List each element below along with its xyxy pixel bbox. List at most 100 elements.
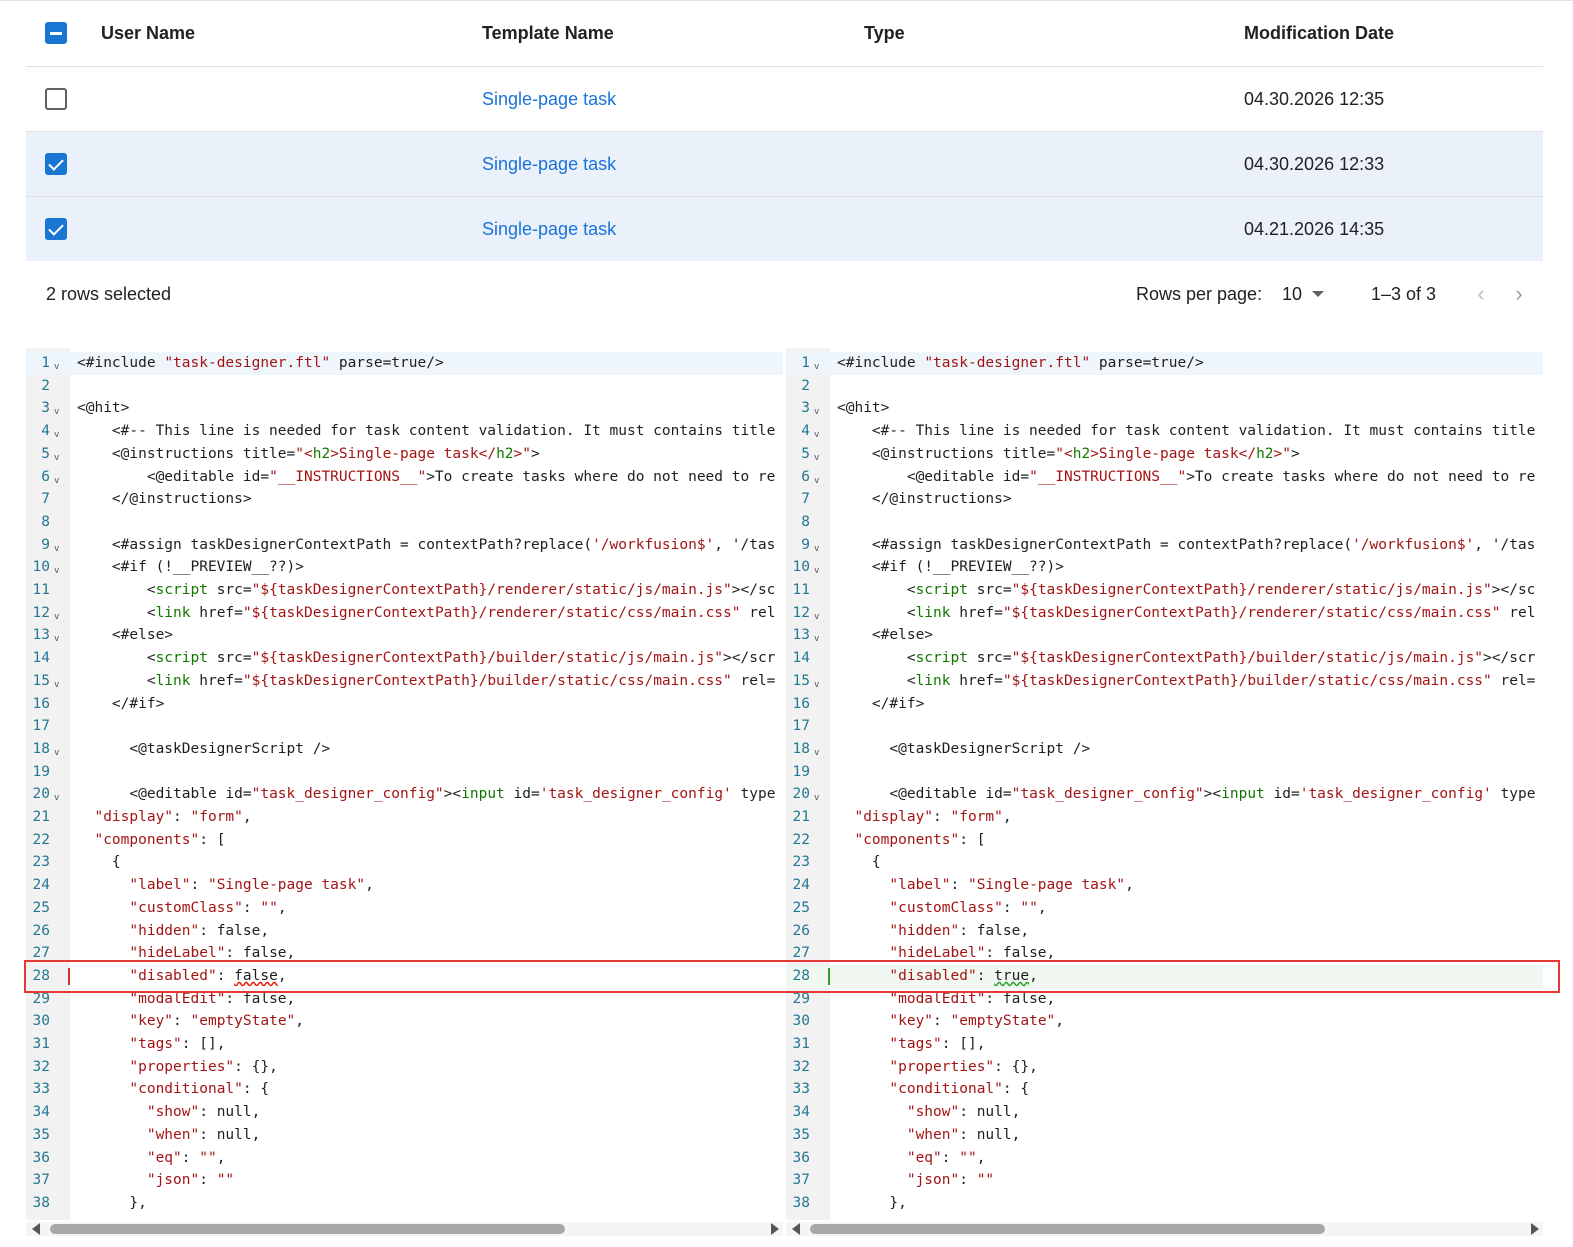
code-line[interactable]: 19 <box>26 761 783 784</box>
code-line[interactable]: 1 v <#include "task-designer.ftl" parse=tr… <box>786 352 1543 375</box>
code-line[interactable]: 33 "conditional": { <box>26 1078 783 1101</box>
code-line[interactable]: 9v <#assign taskDesignerContextPath = co… <box>26 534 783 557</box>
code-line[interactable]: 8 <box>786 511 1543 534</box>
code-line[interactable]: 24 "label": "Single-page task", <box>26 874 783 897</box>
code-line[interactable]: 14 <script src="${taskDesignerContextPat… <box>26 647 783 670</box>
code-line[interactable]: 31 "tags": [], <box>786 1033 1543 1056</box>
previous-page-button[interactable]: ‹ <box>1472 262 1490 326</box>
code-line[interactable]: 34 "show": null, <box>26 1101 783 1124</box>
template-name-link[interactable]: Single-page task <box>482 132 616 196</box>
code-line[interactable]: 3 v <@hit> <box>26 397 783 420</box>
code-line[interactable]: 2 <box>26 375 783 398</box>
code-line[interactable]: 1 v <#include "task-designer.ftl" parse=tr… <box>26 352 783 375</box>
code-line[interactable]: 13 v <#else> <box>26 624 783 647</box>
code-line[interactable]: 32 "properties": {}, <box>786 1056 1543 1079</box>
code-line[interactable]: 7 </@instructions> <box>786 488 1543 511</box>
code-line[interactable]: 31 "tags": [], <box>26 1033 783 1056</box>
select-all-checkbox[interactable] <box>45 22 67 44</box>
code-line[interactable]: 13 v <#else> <box>786 624 1543 647</box>
code-line[interactable]: 5v <@instructions title="<h2>Single-page… <box>786 443 1543 466</box>
code-line[interactable]: 26 "hidden": false, <box>26 920 783 943</box>
code-line[interactable]: 28 "disabled": false, <box>26 965 783 988</box>
code-line[interactable]: 19 <box>786 761 1543 784</box>
code-line[interactable]: 33 "conditional": { <box>786 1078 1543 1101</box>
code-line[interactable]: 35 "when": null, <box>26 1124 783 1147</box>
code-line[interactable]: 30 "key": "emptyState", <box>786 1010 1543 1033</box>
code-line[interactable]: 38 }, <box>786 1192 1543 1215</box>
code-line[interactable]: 3 v <@hit> <box>786 397 1543 420</box>
column-header-template-name[interactable]: Template Name <box>482 0 614 66</box>
code-line[interactable]: 27 "hideLabel": false, <box>26 942 783 965</box>
code-line[interactable]: 18 v <@taskDesignerScript /> <box>786 738 1543 761</box>
code-line[interactable]: 6v <@editable id="__INSTRUCTIONS__">To c… <box>26 466 783 489</box>
row-checkbox[interactable] <box>45 88 67 110</box>
code-line[interactable]: 29 "modalEdit": false, <box>786 988 1543 1011</box>
code-line[interactable]: 23 { <box>786 851 1543 874</box>
column-header-modification-date[interactable]: Modification Date <box>1244 0 1394 66</box>
scroll-left-arrow-icon[interactable] <box>32 1223 40 1235</box>
code-line[interactable]: 16 </#if> <box>786 693 1543 716</box>
code-line[interactable]: 26 "hidden": false, <box>786 920 1543 943</box>
code-line[interactable]: 12 v <link href="${taskDesignerContextPat… <box>26 602 783 625</box>
table-row[interactable]: Single-page task 04.30.2026 12:35 <box>26 67 1543 132</box>
code-line[interactable]: 25 "customClass": "", <box>26 897 783 920</box>
template-name-link[interactable]: Single-page task <box>482 67 616 131</box>
diff-original-pane[interactable]: 1 v <#include "task-designer.ftl" parse=tr… <box>26 348 783 1220</box>
code-line[interactable]: 21 "display": "form", <box>26 806 783 829</box>
code-line[interactable]: 4v <#-- This line is needed for task con… <box>786 420 1543 443</box>
code-line[interactable]: 17 <box>26 715 783 738</box>
code-line[interactable]: 17 <box>786 715 1543 738</box>
horizontal-scrollbar-right[interactable] <box>786 1222 1543 1236</box>
code-line[interactable]: 10 v <#if (!__PREVIEW__??)> <box>26 556 783 579</box>
code-line[interactable]: 2 <box>786 375 1543 398</box>
code-line[interactable]: 36 "eq": "", <box>26 1147 783 1170</box>
scroll-right-arrow-icon[interactable] <box>1531 1223 1539 1235</box>
scrollbar-thumb[interactable] <box>50 1224 565 1234</box>
code-line[interactable]: 20 v <@editable id="task_designer_config"… <box>26 783 783 806</box>
code-line[interactable]: 24 "label": "Single-page task", <box>786 874 1543 897</box>
table-row[interactable]: Single-page task 04.30.2026 12:33 <box>26 132 1543 197</box>
code-line[interactable]: 12 v <link href="${taskDesignerContextPat… <box>786 602 1543 625</box>
code-line[interactable]: 35 "when": null, <box>786 1124 1543 1147</box>
code-line[interactable]: 22 "components": [ <box>786 829 1543 852</box>
code-line[interactable]: 20 v <@editable id="task_designer_config"… <box>786 783 1543 806</box>
rows-per-page-select[interactable]: 10 <box>1282 262 1325 326</box>
code-line[interactable]: 29 "modalEdit": false, <box>26 988 783 1011</box>
code-line[interactable]: 36 "eq": "", <box>786 1147 1543 1170</box>
row-checkbox[interactable] <box>45 153 67 175</box>
code-line[interactable]: 14 <script src="${taskDesignerContextPat… <box>786 647 1543 670</box>
code-line[interactable]: 15 v <link href="${taskDesignerContextPat… <box>786 670 1543 693</box>
code-line[interactable]: 27 "hideLabel": false, <box>786 942 1543 965</box>
scroll-left-arrow-icon[interactable] <box>792 1223 800 1235</box>
code-line[interactable]: 15 v <link href="${taskDesignerContextPat… <box>26 670 783 693</box>
code-line[interactable]: 22 "components": [ <box>26 829 783 852</box>
code-line[interactable]: 32 "properties": {}, <box>26 1056 783 1079</box>
template-name-link[interactable]: Single-page task <box>482 197 616 261</box>
code-line[interactable]: 34 "show": null, <box>786 1101 1543 1124</box>
code-line[interactable]: 5v <@instructions title="<h2>Single-page… <box>26 443 783 466</box>
column-header-type[interactable]: Type <box>864 0 905 66</box>
diff-modified-pane[interactable]: 1 v <#include "task-designer.ftl" parse=tr… <box>786 348 1543 1220</box>
code-line[interactable]: 8 <box>26 511 783 534</box>
row-checkbox[interactable] <box>45 218 67 240</box>
code-line[interactable]: 28 "disabled": true, <box>786 964 1543 988</box>
code-line[interactable]: 4v <#-- This line is needed for task con… <box>26 420 783 443</box>
code-line[interactable]: 38 }, <box>26 1192 783 1215</box>
code-line[interactable]: 25 "customClass": "", <box>786 897 1543 920</box>
code-line[interactable]: 6v <@editable id="__INSTRUCTIONS__">To c… <box>786 466 1543 489</box>
code-line[interactable]: 37 "json": "" <box>786 1169 1543 1192</box>
code-line[interactable]: 30 "key": "emptyState", <box>26 1010 783 1033</box>
next-page-button[interactable]: › <box>1510 262 1528 326</box>
code-line[interactable]: 11 <script src="${taskDesignerContextPat… <box>786 579 1543 602</box>
scroll-right-arrow-icon[interactable] <box>771 1223 779 1235</box>
code-line[interactable]: 9v <#assign taskDesignerContextPath = co… <box>786 534 1543 557</box>
horizontal-scrollbar-left[interactable] <box>26 1222 783 1236</box>
code-line[interactable]: 23 { <box>26 851 783 874</box>
code-line[interactable]: 18 v <@taskDesignerScript /> <box>26 738 783 761</box>
table-row[interactable]: Single-page task 04.21.2026 14:35 <box>26 197 1543 261</box>
code-line[interactable]: 21 "display": "form", <box>786 806 1543 829</box>
scrollbar-thumb[interactable] <box>810 1224 1325 1234</box>
code-line[interactable]: 7 </@instructions> <box>26 488 783 511</box>
code-line[interactable]: 10 v <#if (!__PREVIEW__??)> <box>786 556 1543 579</box>
code-line[interactable]: 37 "json": "" <box>26 1169 783 1192</box>
